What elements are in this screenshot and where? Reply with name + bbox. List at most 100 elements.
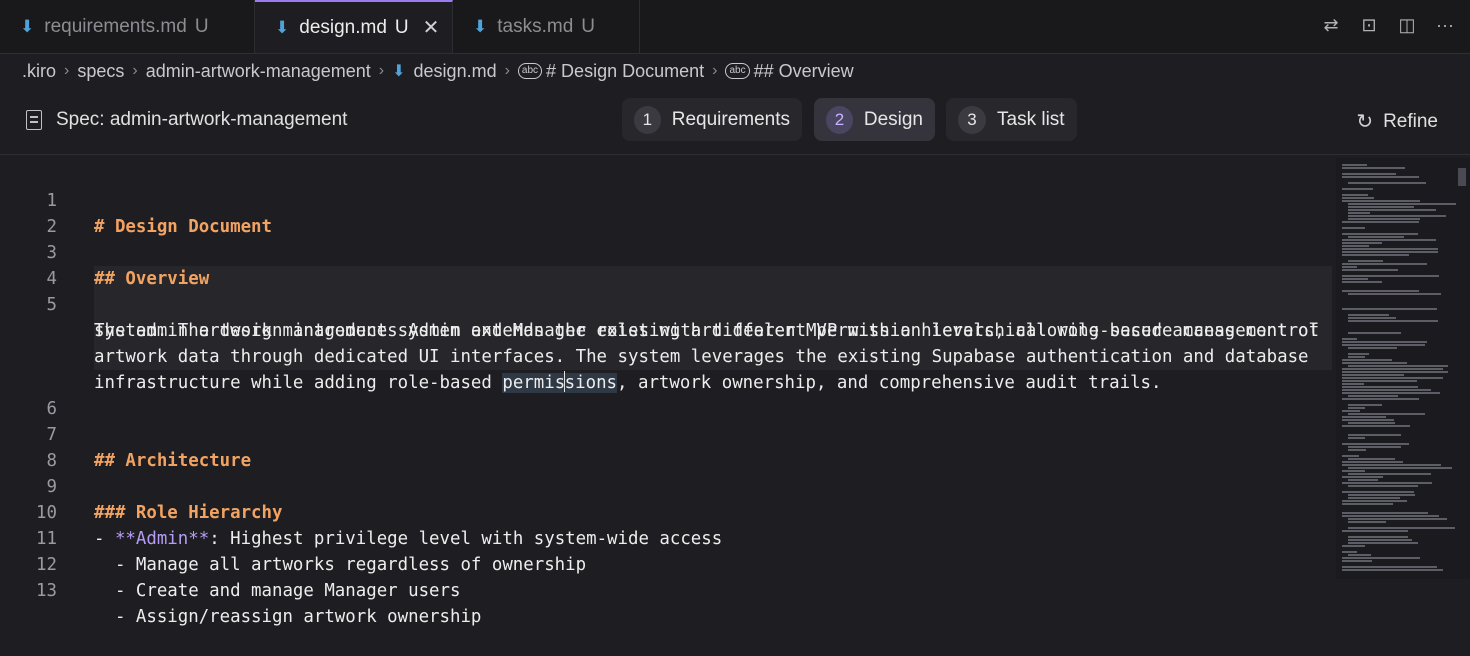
minimap-line bbox=[1342, 383, 1364, 385]
editor-tab-bar: ⬇ requirements.md U ⬇ design.md U ✕ ⬇ ta… bbox=[0, 0, 1470, 54]
minimap-line bbox=[1342, 344, 1425, 346]
minimap-line bbox=[1348, 356, 1365, 358]
untracked-badge: U bbox=[394, 16, 409, 38]
code-editor[interactable]: 1 # Design Document 2 3 ## Overview 4 5 … bbox=[0, 158, 1335, 627]
step-requirements[interactable]: 1 Requirements bbox=[622, 98, 802, 141]
minimap-line bbox=[1348, 434, 1401, 436]
minimap-line bbox=[1348, 320, 1438, 322]
open-preview-icon[interactable]: ⊡ bbox=[1358, 14, 1380, 36]
minimap-line bbox=[1348, 365, 1448, 367]
minimap-line bbox=[1342, 308, 1437, 310]
step-design[interactable]: 2 Design bbox=[814, 98, 935, 141]
minimap-line bbox=[1342, 392, 1440, 394]
minimap-line bbox=[1342, 245, 1369, 247]
minimap-line bbox=[1342, 248, 1438, 250]
breadcrumb-item[interactable]: design.md bbox=[414, 61, 497, 82]
close-icon[interactable]: ✕ bbox=[423, 15, 440, 40]
minimap-line bbox=[1342, 566, 1437, 568]
step-task-list[interactable]: 3 Task list bbox=[946, 98, 1077, 141]
minimap-line bbox=[1342, 290, 1419, 292]
breadcrumb-item[interactable]: ## Overview bbox=[754, 61, 854, 82]
minimap-line bbox=[1348, 353, 1369, 355]
editor-line: 6 bbox=[0, 370, 1335, 419]
editor-line: 10 - **Admin**: Highest privilege level … bbox=[0, 474, 1335, 549]
split-editor-icon[interactable]: ◫ bbox=[1396, 14, 1418, 36]
minimap-line bbox=[1342, 374, 1404, 376]
minimap-line bbox=[1342, 569, 1443, 571]
editor-line: 9 ### Role Hierarchy bbox=[0, 448, 1335, 523]
minimap-line bbox=[1342, 380, 1417, 382]
editor-actions: ⇄ ⊡ ◫ ··· bbox=[1320, 14, 1456, 36]
markdown-file-icon: ⬇ bbox=[20, 16, 35, 36]
minimap-line bbox=[1348, 395, 1398, 397]
clipboard-icon bbox=[26, 110, 42, 130]
tab-tasks[interactable]: ⬇ tasks.md U bbox=[453, 0, 640, 53]
breadcrumb-item[interactable]: admin-artwork-management bbox=[146, 61, 371, 82]
minimap-line bbox=[1348, 536, 1408, 538]
editor-line: 8 bbox=[0, 422, 1335, 471]
minimap-line bbox=[1348, 437, 1365, 439]
minimap-line bbox=[1342, 338, 1357, 340]
minimap-line bbox=[1342, 221, 1419, 223]
step-number: 3 bbox=[958, 105, 986, 134]
minimap-line bbox=[1342, 545, 1365, 547]
tab-design[interactable]: ⬇ design.md U ✕ bbox=[255, 0, 453, 53]
minimap-line bbox=[1342, 176, 1419, 178]
minimap-line bbox=[1348, 407, 1365, 409]
minimap-line bbox=[1348, 554, 1371, 556]
minimap-line bbox=[1348, 527, 1455, 529]
minimap-line bbox=[1348, 404, 1382, 406]
minimap-line bbox=[1348, 422, 1395, 424]
breadcrumb-item[interactable]: # Design Document bbox=[546, 61, 704, 82]
editor-line: 7 ## Architecture bbox=[0, 396, 1335, 471]
breadcrumb: .kiro › specs › admin-artwork-management… bbox=[22, 58, 854, 84]
minimap-line bbox=[1348, 497, 1400, 499]
editor-line: 2 bbox=[0, 188, 1335, 237]
minimap-line bbox=[1342, 269, 1398, 271]
breadcrumb-item[interactable]: specs bbox=[77, 61, 124, 82]
minimap-line bbox=[1342, 254, 1409, 256]
more-actions-icon[interactable]: ··· bbox=[1434, 14, 1456, 36]
breadcrumb-item[interactable]: .kiro bbox=[22, 61, 56, 82]
tab-label: requirements.md bbox=[44, 15, 187, 37]
compare-changes-icon[interactable]: ⇄ bbox=[1320, 14, 1342, 36]
step-label: Design bbox=[863, 108, 923, 130]
minimap-line bbox=[1348, 206, 1414, 208]
editor-line: system. The design introduces Admin and … bbox=[0, 292, 1335, 341]
refresh-icon: ↻ bbox=[1356, 111, 1374, 133]
string-symbol-icon: abc bbox=[725, 63, 750, 79]
minimap[interactable] bbox=[1336, 158, 1470, 579]
minimap-line bbox=[1348, 347, 1397, 349]
minimap-line bbox=[1348, 479, 1378, 481]
minimap-line bbox=[1342, 470, 1365, 472]
minimap-line bbox=[1348, 182, 1426, 184]
tab-label: design.md bbox=[299, 16, 387, 38]
editor-line: 11 - Manage all artworks regardless of o… bbox=[0, 500, 1335, 575]
minimap-line bbox=[1342, 410, 1360, 412]
minimap-line bbox=[1342, 503, 1393, 505]
minimap-line bbox=[1348, 473, 1431, 475]
spec-title-text: Spec: admin-artwork-management bbox=[56, 109, 348, 130]
untracked-badge: U bbox=[581, 15, 596, 37]
minimap-line bbox=[1342, 194, 1368, 196]
minimap-line bbox=[1348, 521, 1386, 523]
minimap-line bbox=[1342, 278, 1368, 280]
minimap-line bbox=[1342, 515, 1439, 517]
refine-button[interactable]: ↻ Refine bbox=[1356, 109, 1438, 134]
minimap-line bbox=[1348, 413, 1425, 415]
minimap-line bbox=[1348, 215, 1446, 217]
tab-requirements[interactable]: ⬇ requirements.md U bbox=[0, 0, 255, 53]
minimap-line bbox=[1348, 539, 1412, 541]
refine-label: Refine bbox=[1383, 110, 1438, 132]
editor-line: 1 # Design Document bbox=[0, 162, 1335, 237]
minimap-line bbox=[1342, 398, 1419, 400]
scrollbar-thumb[interactable] bbox=[1458, 168, 1466, 186]
editor-line: 12 - Create and manage Manager users bbox=[0, 526, 1335, 601]
chevron-right-icon: › bbox=[712, 62, 718, 79]
minimap-line bbox=[1348, 293, 1441, 295]
step-label: Task list bbox=[997, 108, 1065, 130]
minimap-line bbox=[1342, 416, 1386, 418]
minimap-line bbox=[1348, 542, 1418, 544]
editor-line: 4 bbox=[0, 240, 1335, 289]
minimap-line bbox=[1342, 281, 1382, 283]
